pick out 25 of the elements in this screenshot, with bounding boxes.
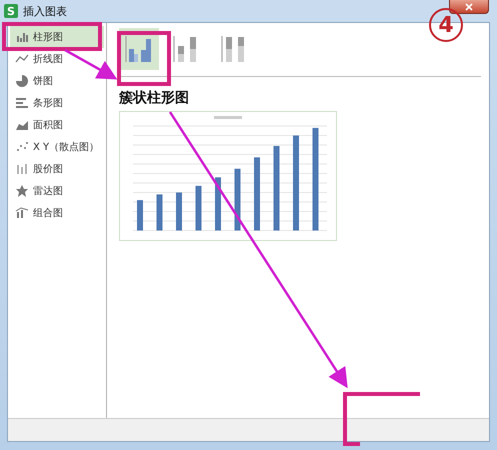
chart-type-item[interactable]: 饼图: [10, 70, 104, 92]
chart-type-item[interactable]: X Y（散点图）: [10, 136, 104, 158]
chart-type-item[interactable]: 面积图: [10, 114, 104, 136]
app-icon: S: [4, 4, 18, 18]
chart-type-item[interactable]: 股价图: [10, 158, 104, 180]
chart-type-item[interactable]: 雷达图: [10, 180, 104, 202]
combo-chart-icon: [15, 206, 29, 220]
chart-type-item[interactable]: 柱形图: [10, 26, 104, 48]
chart-type-item[interactable]: 条形图: [10, 92, 104, 114]
horizontal-bar-icon: [15, 96, 29, 110]
bar-chart-icon: [15, 30, 29, 44]
close-icon: [465, 2, 473, 10]
chart-type-item[interactable]: 组合图: [10, 202, 104, 224]
close-button[interactable]: [449, 0, 489, 14]
highlight-frame: [117, 31, 171, 86]
star-icon: [15, 184, 29, 198]
chart-type-item[interactable]: 折线图: [10, 48, 104, 70]
pie-chart-icon: [15, 74, 29, 88]
preview-heading: 簇状柱形图: [119, 89, 190, 107]
pointer-arrow: [64, 48, 118, 80]
window-title: 插入图表: [23, 4, 67, 18]
clustered-column-icon: [124, 34, 154, 64]
stock-chart-icon: [15, 162, 29, 176]
step-number-badge: 4: [429, 8, 463, 42]
scatter-icon: [15, 140, 29, 154]
